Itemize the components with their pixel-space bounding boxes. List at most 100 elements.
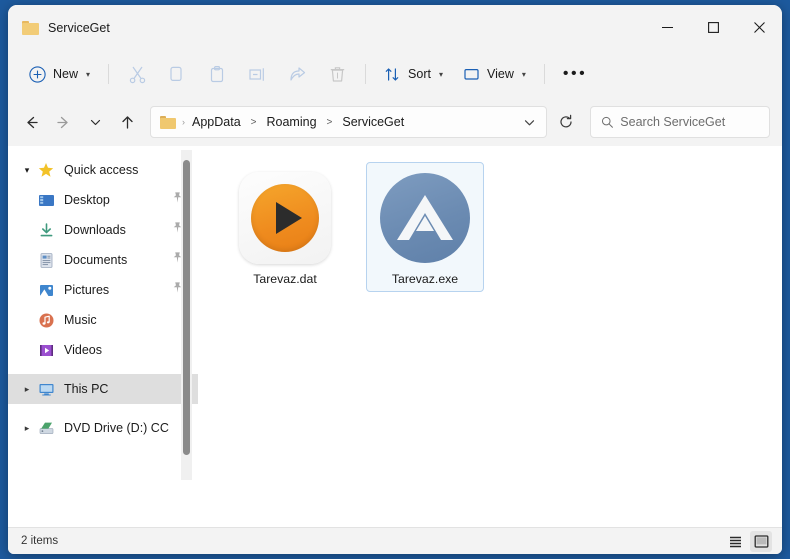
- folder-icon: [160, 115, 176, 129]
- sidebar-item-label: Quick access: [64, 163, 139, 177]
- videos-icon: [36, 340, 56, 360]
- sidebar-item-label: This PC: [64, 382, 109, 396]
- advanced-installer-app-icon: [377, 170, 473, 266]
- this-pc-icon: [36, 379, 56, 399]
- maximize-button[interactable]: [690, 5, 736, 50]
- play-triangle-icon: [276, 202, 302, 234]
- sidebar-scrollbar-thumb[interactable]: [183, 160, 190, 455]
- file-list-pane[interactable]: Tarevaz.dat Tarevaz.exe: [198, 146, 782, 527]
- large-icons-view-button[interactable]: [750, 530, 772, 552]
- close-button[interactable]: [736, 5, 782, 50]
- sidebar-item-this-pc[interactable]: ▸ This PC: [8, 374, 198, 404]
- more-options-button[interactable]: •••: [554, 58, 596, 90]
- toolbar-divider: [365, 64, 367, 84]
- sidebar-item-quick-access[interactable]: ▾ Quick access: [8, 155, 198, 185]
- details-view-button[interactable]: [724, 531, 746, 552]
- toolbar-divider: [108, 64, 110, 84]
- delete-icon[interactable]: [318, 58, 356, 90]
- chevron-right-icon[interactable]: ▸: [18, 423, 36, 434]
- sidebar-item-label: DVD Drive (D:) CC: [64, 421, 169, 435]
- file-item-tarevaz-exe[interactable]: Tarevaz.exe: [366, 162, 484, 292]
- sidebar-item-label: Documents: [64, 253, 128, 267]
- sidebar-item-label: Videos: [64, 343, 102, 357]
- documents-icon: [36, 250, 56, 270]
- file-grid: Tarevaz.dat Tarevaz.exe: [226, 162, 782, 292]
- sidebar-item-label: Pictures: [64, 283, 110, 297]
- plus-circle-icon: [29, 65, 46, 83]
- desktop-icon: [36, 190, 56, 210]
- search-input[interactable]: [620, 115, 759, 129]
- sidebar-item-label: Music: [64, 313, 97, 327]
- rename-icon[interactable]: [238, 58, 276, 90]
- window-controls: [644, 5, 782, 50]
- view-button-label: View: [486, 67, 514, 81]
- title-bar: ServiceGet: [8, 5, 782, 50]
- copy-icon[interactable]: [158, 58, 196, 90]
- chevron-down-icon: ▾: [521, 69, 526, 79]
- navigation-pane: ▾ Quick access Desktop Downloads Documen…: [8, 146, 198, 527]
- letter-a-logo-icon: [397, 195, 453, 240]
- recent-locations-button[interactable]: [80, 107, 111, 138]
- command-bar: New ▾ Sort ▾ View ▾ •••: [8, 50, 782, 98]
- more-options-label: •••: [562, 65, 588, 82]
- sidebar-item-music[interactable]: Music: [8, 305, 198, 335]
- music-icon: [36, 310, 56, 330]
- sidebar-item-desktop[interactable]: Desktop: [8, 185, 198, 215]
- chevron-down-icon: ▾: [86, 69, 91, 79]
- back-button[interactable]: [16, 107, 47, 138]
- share-icon[interactable]: [278, 58, 316, 90]
- file-explorer-window: sk.com ServiceGet: [8, 5, 782, 554]
- sidebar-item-label: Downloads: [64, 223, 126, 237]
- downloads-icon: [36, 220, 56, 240]
- star-icon: [36, 160, 56, 180]
- minimize-button[interactable]: [644, 5, 690, 50]
- window-title-area: ServiceGet: [8, 20, 644, 35]
- breadcrumb-root-separator: ›: [182, 117, 185, 127]
- breadcrumb-dropdown-icon[interactable]: [516, 109, 542, 135]
- toolbar-divider: [543, 64, 545, 84]
- sidebar-item-videos[interactable]: Videos: [8, 335, 198, 365]
- dvd-drive-icon: [36, 418, 56, 438]
- breadcrumb-separator: >: [326, 116, 333, 128]
- sidebar-scrollbar[interactable]: [181, 150, 192, 480]
- sidebar-item-pictures[interactable]: Pictures: [8, 275, 198, 305]
- breadcrumb-item-roaming[interactable]: Roaming: [263, 112, 321, 132]
- new-button[interactable]: New ▾: [20, 58, 99, 90]
- address-bar-row: › AppData > Roaming > ServiceGet: [8, 98, 782, 146]
- monitor-icon: [464, 68, 479, 80]
- sidebar-item-downloads[interactable]: Downloads: [8, 215, 198, 245]
- forward-button[interactable]: [48, 107, 79, 138]
- sidebar-item-documents[interactable]: Documents: [8, 245, 198, 275]
- up-button[interactable]: [112, 107, 143, 138]
- sidebar-item-label: Desktop: [64, 193, 110, 207]
- chevron-down-icon[interactable]: ▾: [18, 165, 36, 176]
- window-title: ServiceGet: [48, 20, 110, 35]
- breadcrumb-item-serviceget[interactable]: ServiceGet: [338, 112, 408, 132]
- new-button-label: New: [53, 67, 79, 81]
- file-item-tarevaz-dat[interactable]: Tarevaz.dat: [226, 162, 344, 292]
- breadcrumb[interactable]: › AppData > Roaming > ServiceGet: [150, 106, 547, 138]
- sort-arrows-icon: [385, 67, 399, 81]
- breadcrumb-item-appdata[interactable]: AppData: [188, 112, 245, 132]
- view-button[interactable]: View ▾: [454, 58, 535, 90]
- search-box[interactable]: [590, 106, 770, 138]
- folder-icon: [22, 20, 39, 35]
- cut-icon[interactable]: [118, 58, 156, 90]
- status-bar: 2 items: [8, 527, 782, 554]
- refresh-button[interactable]: [551, 107, 581, 137]
- chevron-right-icon[interactable]: ▸: [18, 384, 36, 395]
- breadcrumb-separator: >: [250, 116, 257, 128]
- explorer-body: ▾ Quick access Desktop Downloads Documen…: [8, 146, 782, 527]
- media-player-file-icon: [237, 170, 333, 266]
- pictures-icon: [36, 280, 56, 300]
- file-name-label: Tarevaz.exe: [391, 272, 459, 286]
- sort-button-label: Sort: [408, 67, 431, 81]
- view-toggle-group: [724, 530, 772, 552]
- sort-button[interactable]: Sort ▾: [375, 58, 452, 90]
- search-icon: [601, 116, 613, 128]
- paste-icon[interactable]: [198, 58, 236, 90]
- chevron-down-icon: ▾: [438, 69, 443, 79]
- sidebar-item-dvd-drive[interactable]: ▸ DVD Drive (D:) CC: [8, 413, 198, 443]
- item-count-label: 2 items: [21, 535, 59, 547]
- file-name-label: Tarevaz.dat: [253, 272, 317, 286]
